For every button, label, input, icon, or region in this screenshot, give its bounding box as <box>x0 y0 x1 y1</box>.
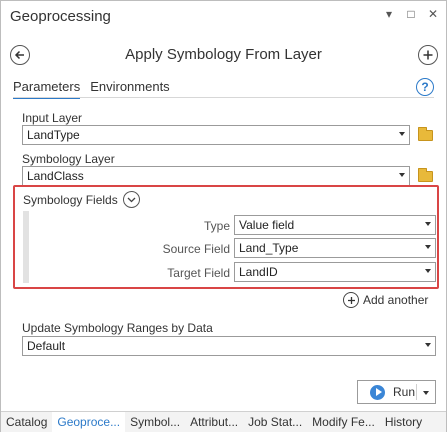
group-indent-bar <box>23 211 29 283</box>
chevron-down-icon[interactable] <box>123 191 140 208</box>
bottom-tab-attributes[interactable]: Attribut... <box>185 412 243 432</box>
input-layer-dropdown[interactable]: LandType <box>22 125 410 145</box>
target-field-label: Target Field <box>167 266 230 280</box>
symbology-layer-label: Symbology Layer <box>22 152 115 166</box>
symbology-layer-value: LandClass <box>27 169 84 183</box>
type-label: Type <box>203 219 230 233</box>
type-value: Value field <box>239 218 295 232</box>
source-field-dropdown[interactable]: Land_Type <box>234 238 436 258</box>
symbology-layer-dropdown[interactable]: LandClass <box>22 166 410 186</box>
tab-divider <box>13 97 434 98</box>
close-icon[interactable]: ✕ <box>426 7 440 21</box>
pane-title: Geoprocessing <box>10 8 111 25</box>
target-field-value: LandID <box>239 265 278 279</box>
run-divider <box>416 384 417 400</box>
input-layer-value: LandType <box>27 128 80 142</box>
run-button[interactable]: Run <box>357 380 436 404</box>
tool-tabs: Parameters Environments <box>13 79 170 99</box>
play-icon <box>370 384 385 400</box>
folder-icon[interactable] <box>418 127 433 141</box>
help-icon[interactable]: ? <box>416 78 434 96</box>
title-bar: Geoprocessing ▾ □ ✕ <box>1 1 446 33</box>
type-dropdown[interactable]: Value field <box>234 215 436 235</box>
add-another-button[interactable]: Add another <box>343 292 428 308</box>
add-icon[interactable] <box>418 45 438 65</box>
dropdown-arrow-icon <box>399 173 405 177</box>
folder-icon[interactable] <box>418 168 433 182</box>
tool-title: Apply Symbology From Layer <box>125 46 322 63</box>
bottom-tab-catalog[interactable]: Catalog <box>1 412 52 432</box>
dropdown-arrow-icon <box>425 269 431 273</box>
maximize-icon[interactable]: □ <box>404 7 418 21</box>
tab-environments[interactable]: Environments <box>90 79 169 99</box>
tab-parameters[interactable]: Parameters <box>13 79 81 99</box>
input-layer-label: Input Layer <box>22 111 83 125</box>
update-ranges-label: Update Symbology Ranges by Data <box>22 321 213 335</box>
source-field-value: Land_Type <box>239 241 299 255</box>
pane-options-icon[interactable]: ▾ <box>382 7 396 21</box>
dropdown-arrow-icon <box>425 222 431 226</box>
dropdown-arrow-icon <box>399 132 405 136</box>
symbology-fields-label: Symbology Fields <box>23 193 118 207</box>
add-another-label: Add another <box>363 293 429 307</box>
back-arrow-icon[interactable] <box>10 45 30 65</box>
run-label: Run <box>393 385 416 399</box>
bottom-tab-job-status[interactable]: Job Stat... <box>243 412 307 432</box>
dropdown-arrow-icon <box>425 343 431 347</box>
bottom-tab-bar: Catalog Geoproce... Symbol... Attribut..… <box>1 411 446 432</box>
bottom-tab-symbology[interactable]: Symbol... <box>125 412 185 432</box>
update-ranges-value: Default <box>27 339 66 353</box>
run-options-arrow-icon[interactable] <box>423 391 429 395</box>
geoprocessing-pane: Geoprocessing ▾ □ ✕ Apply Symbology From… <box>0 0 447 432</box>
dropdown-arrow-icon <box>425 245 431 249</box>
bottom-tab-geoprocessing[interactable]: Geoproce... <box>52 411 126 432</box>
plus-icon <box>343 292 359 308</box>
window-controls: ▾ □ ✕ <box>382 7 440 21</box>
bottom-tab-history[interactable]: History <box>380 412 427 432</box>
tool-header: Apply Symbology From Layer <box>1 39 446 69</box>
bottom-tab-modify-features[interactable]: Modify Fe... <box>307 412 380 432</box>
source-field-label: Source Field <box>162 242 230 256</box>
target-field-dropdown[interactable]: LandID <box>234 262 436 282</box>
update-ranges-dropdown[interactable]: Default <box>22 336 436 356</box>
